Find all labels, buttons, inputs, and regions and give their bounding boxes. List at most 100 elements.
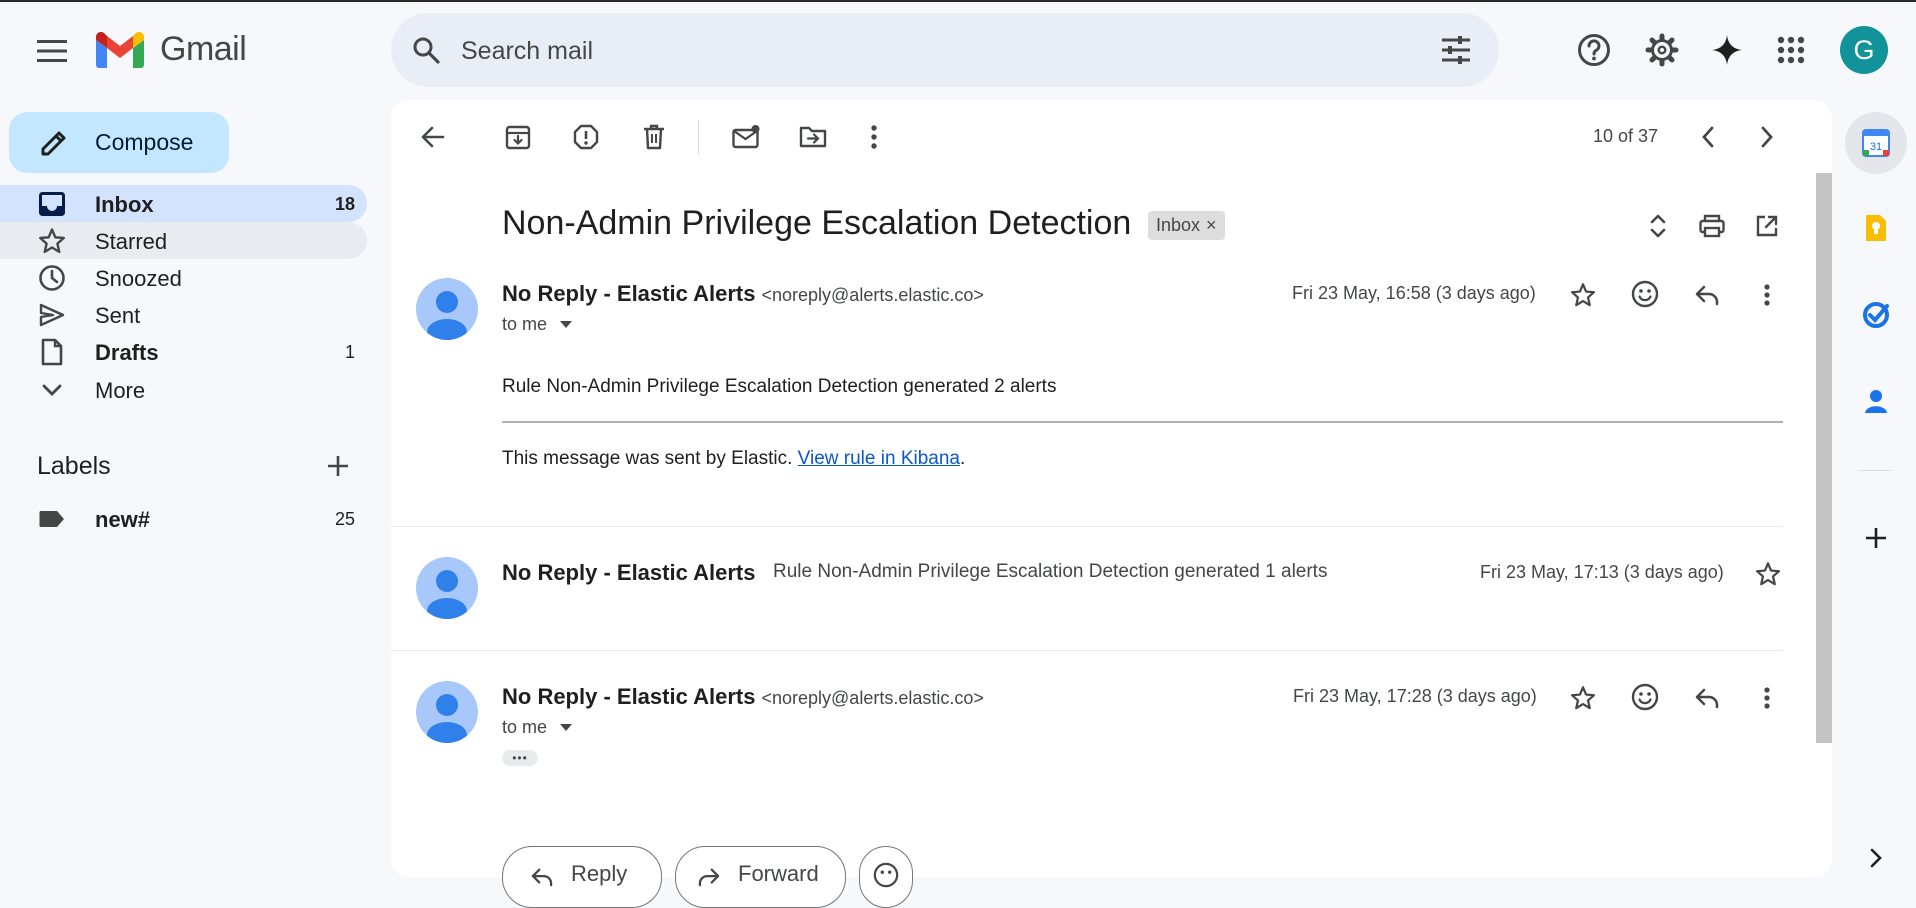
sidebar-item-sent[interactable]: Sent <box>0 296 367 333</box>
sender-name[interactable]: No Reply - Elastic Alerts <box>502 560 755 586</box>
sidebar-label-new[interactable]: new# 25 <box>0 500 367 537</box>
apps-icon[interactable] <box>1775 34 1807 66</box>
inbox-icon <box>38 190 66 218</box>
keep-icon[interactable] <box>1861 213 1891 243</box>
pencil-icon <box>39 128 69 158</box>
gmail-wordmark: Gmail <box>160 30 247 68</box>
sidebar-item-drafts[interactable]: Drafts 1 <box>0 333 367 370</box>
older-chevron-icon[interactable] <box>1752 122 1782 152</box>
gemini-icon[interactable] <box>1709 32 1745 68</box>
message-date: Fri 23 May, 17:28 (3 days ago) <box>1293 686 1537 706</box>
report-spam-icon[interactable] <box>571 122 601 152</box>
message-date: Fri 23 May, 16:58 (3 days ago) <box>1292 283 1536 303</box>
reply-icon <box>529 865 555 889</box>
settings-icon[interactable] <box>1644 32 1680 68</box>
emoji-icon <box>872 861 900 889</box>
recipient-toggle[interactable]: to me <box>502 314 573 335</box>
print-icon[interactable] <box>1697 211 1727 241</box>
star-icon[interactable] <box>1753 559 1783 589</box>
add-icon[interactable] <box>1861 523 1891 553</box>
calendar-icon[interactable]: 31 <box>1861 128 1891 158</box>
more-vert-icon[interactable] <box>864 122 884 152</box>
account-avatar[interactable]: G <box>1840 26 1888 74</box>
reply-icon[interactable] <box>1692 280 1722 310</box>
sender-email: <noreply@alerts.elastic.co> <box>761 285 984 305</box>
thread-separator <box>391 526 1783 527</box>
sidebar-item-starred[interactable]: Starred <box>0 222 367 259</box>
toolbar-divider <box>698 120 699 154</box>
top-border <box>0 0 1916 2</box>
caret-down-icon <box>560 321 573 329</box>
newer-chevron-icon[interactable] <box>1693 122 1723 152</box>
sender-email: <noreply@alerts.elastic.co> <box>761 688 984 708</box>
star-icon <box>38 227 66 255</box>
sidebar-item-snoozed[interactable]: Snoozed <box>0 259 367 296</box>
gmail-logo[interactable] <box>96 32 144 68</box>
more-vert-icon[interactable] <box>1757 683 1777 713</box>
sender-avatar <box>416 681 478 743</box>
mark-unread-icon[interactable] <box>731 122 761 152</box>
reply-label: Reply <box>571 861 628 886</box>
back-arrow-icon[interactable] <box>418 122 448 152</box>
message-date: Fri 23 May, 17:13 (3 days ago) <box>1480 562 1724 582</box>
sidebar-item-label: Snoozed <box>95 266 182 291</box>
sender-avatar <box>416 557 478 619</box>
forward-label: Forward <box>738 861 819 886</box>
emoji-reaction-icon[interactable] <box>1630 279 1660 309</box>
email-subject: Non-Admin Privilege Escalation Detection <box>502 204 1132 242</box>
sidebar-item-inbox[interactable]: Inbox 18 <box>0 185 367 222</box>
star-icon[interactable] <box>1568 280 1598 310</box>
contacts-icon[interactable] <box>1861 386 1891 416</box>
message-snippet[interactable]: Rule Non-Admin Privilege Escalation Dete… <box>773 561 1327 583</box>
view-rule-link[interactable]: View rule in Kibana <box>798 448 960 469</box>
search-bar[interactable] <box>391 13 1499 89</box>
sender-avatar <box>416 278 478 340</box>
open-in-new-window-icon[interactable] <box>1752 211 1782 241</box>
reply-button[interactable]: Reply <box>502 846 662 908</box>
forward-button[interactable]: Forward <box>675 846 846 908</box>
sender-name: No Reply - Elastic Alerts <noreply@alerts… <box>502 684 984 709</box>
expand-chevron-icon[interactable] <box>1864 843 1888 873</box>
emoji-reaction-icon[interactable] <box>1630 682 1660 712</box>
show-trimmed-content-button[interactable]: ••• <box>502 750 538 766</box>
sidebar-item-label: More <box>95 378 146 403</box>
reply-icon[interactable] <box>1692 683 1722 713</box>
sidebar-item-label: Sent <box>95 303 141 328</box>
expand-all-icon[interactable] <box>1643 210 1673 242</box>
more-vert-icon[interactable] <box>1757 280 1777 310</box>
search-icon[interactable] <box>411 35 441 65</box>
main-menu-icon[interactable] <box>36 35 68 67</box>
chip-close-icon[interactable]: × <box>1206 215 1217 236</box>
delete-icon[interactable] <box>639 122 669 152</box>
inbox-label-chip[interactable]: Inbox × <box>1148 211 1225 240</box>
draft-icon <box>38 337 66 367</box>
label-tag-icon <box>38 506 66 532</box>
caret-down-icon <box>560 724 573 732</box>
archive-icon[interactable] <box>503 122 533 152</box>
sidebar-item-count: 18 <box>334 194 355 214</box>
emoji-button[interactable] <box>859 846 913 908</box>
thread-separator <box>391 650 1783 651</box>
search-input[interactable] <box>459 13 1343 89</box>
add-label-icon[interactable] <box>324 452 352 480</box>
message-footer: This message was sent by Elastic. View r… <box>502 448 966 469</box>
move-to-icon[interactable] <box>798 122 828 152</box>
sender-name: No Reply - Elastic Alerts <noreply@alerts… <box>502 281 984 306</box>
message-divider <box>502 421 1783 423</box>
chip-label: Inbox <box>1156 215 1201 235</box>
star-icon[interactable] <box>1568 683 1598 713</box>
compose-button[interactable]: Compose <box>9 112 229 173</box>
sidebar-item-label: Drafts <box>95 340 159 365</box>
scrollbar[interactable] <box>1816 173 1832 743</box>
chevron-down-icon <box>38 376 66 404</box>
sidebar-item-more[interactable]: More <box>0 371 367 408</box>
sidebar-item-label: Inbox <box>95 192 154 217</box>
recipient-toggle[interactable]: to me <box>502 717 573 738</box>
forward-icon <box>696 865 722 889</box>
search-options-icon[interactable] <box>1439 33 1473 67</box>
send-icon <box>38 301 66 329</box>
tasks-icon[interactable] <box>1861 300 1891 330</box>
help-icon[interactable] <box>1576 32 1612 68</box>
pagination-count: 10 of 37 <box>1593 126 1659 146</box>
sidebar-item-label: Starred <box>95 229 168 254</box>
